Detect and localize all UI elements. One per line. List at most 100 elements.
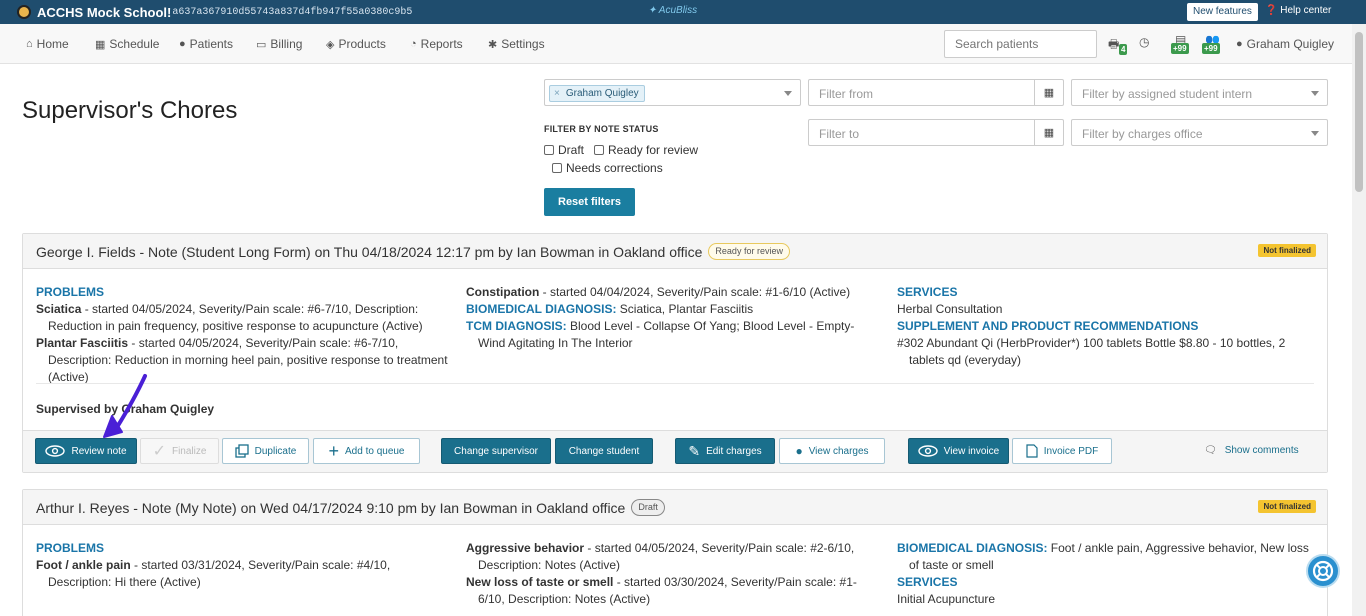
- note-header: George I. Fields - Note (Student Long Fo…: [23, 234, 1327, 269]
- calendar-icon: ▦: [95, 38, 106, 51]
- view-invoice-button[interactable]: View invoice: [908, 438, 1009, 464]
- change-student-button[interactable]: Change student: [555, 438, 653, 464]
- cube-icon: ◈: [326, 38, 335, 51]
- show-comments-link[interactable]: 🗨 Show comments: [1204, 445, 1299, 456]
- check-icon: ✓: [152, 443, 166, 460]
- view-charges-button[interactable]: ● View charges: [779, 438, 885, 464]
- services-heading: SERVICES: [897, 285, 958, 299]
- finalized-badge: Not finalized: [1258, 244, 1316, 257]
- chevron-down-icon: [1311, 131, 1319, 136]
- calendar-icon[interactable]: ▦: [1034, 120, 1063, 145]
- supervised-by: Supervised by Graham Quigley: [36, 402, 215, 416]
- user-icon: ●: [1236, 38, 1243, 50]
- pencil-icon: ✎: [688, 442, 701, 459]
- nav-billing[interactable]: ▭ Billing: [256, 37, 302, 51]
- status-draft-checkbox[interactable]: Draft: [544, 143, 584, 157]
- filter-status-label: FILTER BY NOTE STATUS: [544, 124, 659, 134]
- eye-icon: [45, 445, 66, 457]
- school-hash: a637a367910d55743a837d4fb947f55a0380c9b5: [172, 6, 413, 18]
- supplement-heading: SUPPLEMENT AND PRODUCT RECOMMENDATIONS: [897, 319, 1199, 333]
- chevron-down-icon: [784, 91, 792, 96]
- help-center-link[interactable]: ❓ Help center: [1265, 5, 1331, 16]
- diagnosis-column: Constipation - started 04/04/2024, Sever…: [466, 284, 876, 352]
- copy-icon: [234, 444, 249, 458]
- brand-logo: ✦ AcuBliss: [648, 5, 698, 16]
- pie-chart-icon: ◔: [410, 38, 417, 50]
- page-scrollbar[interactable]: [1352, 24, 1366, 616]
- duplicate-button[interactable]: Duplicate: [222, 438, 309, 464]
- nav-patients[interactable]: ● Patients: [179, 37, 233, 51]
- user-icon: ●: [795, 444, 803, 458]
- note-header: Arthur I. Reyes - Note (My Note) on Wed …: [23, 490, 1327, 525]
- help-lifebuoy-button[interactable]: [1306, 554, 1340, 588]
- clock-icon[interactable]: ◷: [1139, 35, 1149, 49]
- note-card: George I. Fields - Note (Student Long Fo…: [22, 233, 1328, 473]
- finalized-badge: Not finalized: [1258, 500, 1316, 513]
- home-icon: ⌂: [26, 38, 33, 50]
- user-menu[interactable]: ● Graham Quigley: [1236, 37, 1334, 51]
- calendar-icon[interactable]: ▦: [1034, 80, 1063, 105]
- review-note-button[interactable]: Review note: [35, 438, 137, 464]
- change-supervisor-button[interactable]: Change supervisor: [441, 438, 551, 464]
- credit-card-icon: ▭: [256, 38, 267, 51]
- status-ready-checkbox[interactable]: Ready for review: [594, 143, 698, 157]
- group-badge: +99: [1202, 43, 1220, 54]
- filter-to-input[interactable]: Filter to ▦: [808, 119, 1064, 146]
- problem-item: Constipation - started 04/04/2024, Sever…: [466, 285, 851, 299]
- tasks-badge: +99: [1171, 43, 1189, 54]
- school-logo-icon: [17, 5, 31, 19]
- remove-tag-icon[interactable]: ×: [554, 86, 560, 101]
- nav-schedule[interactable]: ▦ Schedule: [95, 37, 159, 51]
- inbox-icon[interactable]: 🖶: [1108, 35, 1119, 56]
- note-title[interactable]: George I. Fields - Note (Student Long Fo…: [36, 244, 702, 260]
- supplement-item: #302 Abundant Qi (HerbProvider*) 100 tab…: [897, 336, 1286, 367]
- tcm-diagnosis: TCM DIAGNOSIS: Blood Level - Collapse Of…: [466, 319, 855, 350]
- biomedical-diagnosis: BIOMEDICAL DIAGNOSIS: Foot / ankle pain,…: [897, 541, 1309, 572]
- service-item: Initial Acupuncture: [897, 592, 996, 606]
- chevron-down-icon: [1311, 91, 1319, 96]
- reset-filters-button[interactable]: Reset filters: [544, 188, 635, 216]
- problem-item: Plantar Fasciitis - started 04/05/2024, …: [36, 336, 448, 384]
- eye-icon: [918, 445, 938, 457]
- problems-column: PROBLEMS Foot / ankle pain - started 03/…: [36, 540, 456, 591]
- nav-home[interactable]: ⌂ Home: [26, 37, 69, 51]
- help-icon: ❓: [1265, 5, 1278, 16]
- student-intern-select[interactable]: Filter by assigned student intern: [1071, 79, 1328, 106]
- inbox-count-badge: 4: [1119, 44, 1128, 55]
- search-input[interactable]: [944, 30, 1097, 58]
- nav-settings[interactable]: ✱ Settings: [488, 37, 545, 51]
- filter-from-input[interactable]: Filter from ▦: [808, 79, 1064, 106]
- problems-heading: PROBLEMS: [36, 541, 105, 555]
- status-corrections-checkbox[interactable]: Needs corrections: [552, 161, 663, 175]
- note-card: Arthur I. Reyes - Note (My Note) on Wed …: [22, 489, 1328, 616]
- finalize-button[interactable]: ✓ Finalize: [140, 438, 219, 464]
- note-title[interactable]: Arthur I. Reyes - Note (My Note) on Wed …: [36, 500, 625, 516]
- divider: [36, 383, 1314, 384]
- top-bar: ACCHS Mock School! a637a367910d55743a837…: [0, 0, 1366, 24]
- supervisor-tag: × Graham Quigley: [549, 85, 645, 102]
- biomedical-diagnosis: BIOMEDICAL DIAGNOSIS: Sciatica, Plantar …: [466, 302, 754, 316]
- services-column: SERVICES Herbal Consultation SUPPLEMENT …: [897, 284, 1317, 369]
- service-item: Herbal Consultation: [897, 302, 1003, 316]
- nav-products[interactable]: ◈ Products: [326, 37, 386, 51]
- scrollbar-thumb[interactable]: [1355, 32, 1363, 192]
- plus-icon: +: [328, 441, 339, 461]
- file-icon: [1026, 444, 1038, 458]
- main-nav: ⌂ Home ▦ Schedule ● Patients ▭ Billing ◈ Prod…: [0, 24, 1352, 64]
- nav-reports[interactable]: ◔ Reports: [410, 37, 463, 51]
- problem-item: Aggressive behavior - started 04/05/2024…: [466, 541, 855, 572]
- problems-column: PROBLEMS Sciatica - started 04/05/2024, …: [36, 284, 456, 386]
- invoice-pdf-button[interactable]: Invoice PDF: [1012, 438, 1112, 464]
- services-heading: SERVICES: [897, 575, 958, 589]
- supervisor-select[interactable]: × Graham Quigley: [544, 79, 801, 106]
- school-name: ACCHS Mock School!: [37, 4, 172, 20]
- new-features-button[interactable]: New features: [1187, 3, 1258, 21]
- charges-office-select[interactable]: Filter by charges office: [1071, 119, 1328, 146]
- gear-icon: ✱: [488, 38, 498, 51]
- problems-heading: PROBLEMS: [36, 285, 105, 299]
- add-to-queue-button[interactable]: + Add to queue: [313, 438, 420, 464]
- problem-item: Sciatica - started 04/05/2024, Severity/…: [36, 302, 423, 333]
- lifebuoy-icon: [1312, 560, 1334, 582]
- edit-charges-button[interactable]: ✎ Edit charges: [675, 438, 775, 464]
- user-icon: ●: [179, 38, 186, 50]
